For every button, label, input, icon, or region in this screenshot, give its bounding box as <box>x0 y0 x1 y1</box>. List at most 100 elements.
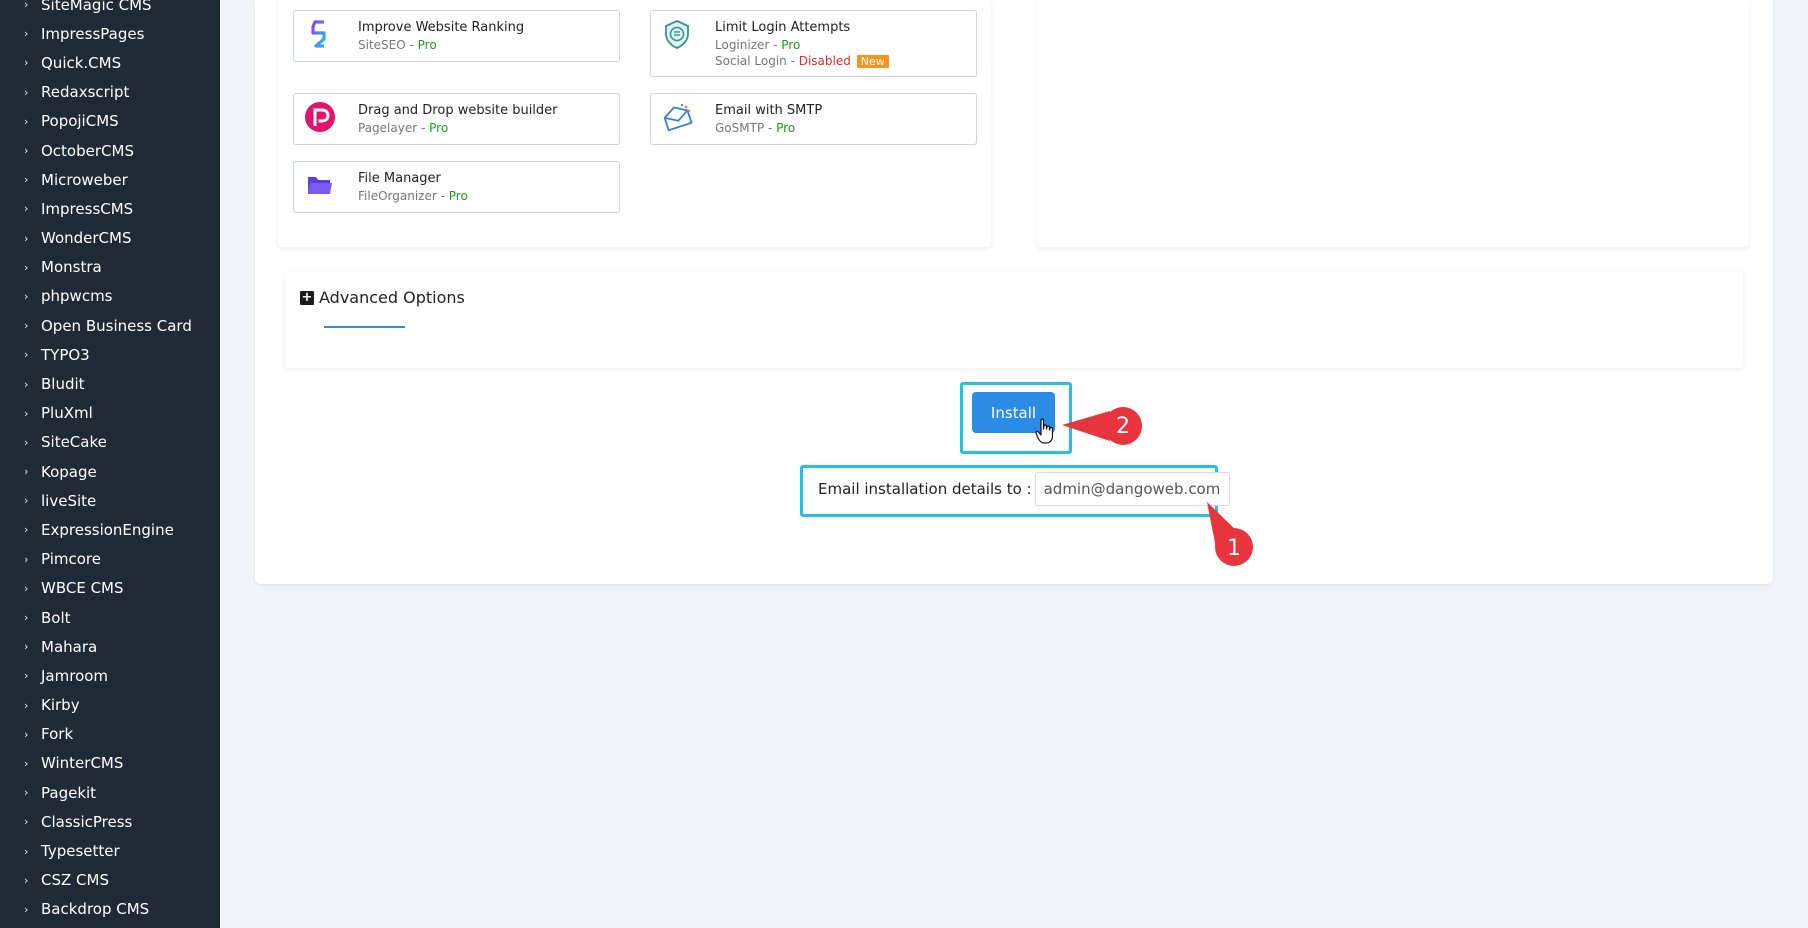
plugin-card-siteseo[interactable]: Improve Website Ranking SiteSEO - Pro <box>293 10 620 62</box>
plugin-name: SiteSEO <box>358 38 406 52</box>
plugin-sep: - <box>769 38 782 52</box>
sidebar-item[interactable]: › WonderCMS <box>0 224 220 253</box>
chevron-right-icon: › <box>24 523 29 537</box>
sidebar-item[interactable]: › Open Business Card <box>0 311 220 340</box>
sidebar-item-label: OctoberCMS <box>41 141 134 160</box>
sidebar-item-label: ClassicPress <box>41 812 133 831</box>
email-label: Email installation details to : <box>818 480 1032 498</box>
chevron-right-icon: › <box>24 56 29 70</box>
sidebar-item[interactable]: › PopojiCMS <box>0 107 220 136</box>
sidebar-item-label: ImpressCMS <box>41 199 134 218</box>
sidebar-item[interactable]: › CSZ CMS <box>0 866 220 895</box>
sidebar-item-label: Open Business Card <box>41 316 192 335</box>
loginizer-shield-icon <box>665 20 689 49</box>
sidebar-item-label: ImpressPages <box>41 24 145 43</box>
plugin-title: Improve Website Ranking <box>358 20 525 35</box>
advanced-options-toggle[interactable]: + Advanced Options <box>300 288 465 307</box>
sidebar-item[interactable]: › Bludit <box>0 369 220 398</box>
sidebar-item[interactable]: › ExpressionEngine <box>0 515 220 544</box>
sidebar-item[interactable]: › Fork <box>0 720 220 749</box>
sidebar-item[interactable]: › Typesetter <box>0 836 220 865</box>
sidebar-item[interactable]: › ImpressCMS <box>0 194 220 223</box>
sidebar-item-label: Monstra <box>41 258 102 277</box>
sidebar-item[interactable]: › Pimcore <box>0 545 220 574</box>
chevron-right-icon: › <box>24 348 29 362</box>
sidebar-item[interactable]: › Jamroom <box>0 661 220 690</box>
sidebar-item[interactable]: › WBCE CMS <box>0 574 220 603</box>
advanced-options-underline <box>324 326 405 328</box>
fileorganizer-folder-icon <box>308 177 332 194</box>
sidebar-item[interactable]: › SiteMagic CMS <box>0 0 220 19</box>
plugin-title: Limit Login Attempts <box>715 20 851 35</box>
callout-2-label: 2 <box>1116 414 1130 439</box>
plus-square-icon: + <box>300 289 314 305</box>
sidebar-item-label: Redaxscript <box>41 83 130 102</box>
sidebar-item-label: PluXml <box>41 404 93 423</box>
plugin-tier: Pro <box>417 38 437 52</box>
chevron-right-icon: › <box>24 27 29 41</box>
chevron-right-icon: › <box>24 435 29 449</box>
chevron-right-icon: › <box>24 698 29 712</box>
sidebar-item-label: Bludit <box>41 375 85 394</box>
sidebar-item-label: phpwcms <box>41 287 113 306</box>
sidebar-item[interactable]: › ClassicPress <box>0 807 220 836</box>
plugin-sep: - <box>417 121 430 135</box>
sidebar-item[interactable]: › Pagekit <box>0 778 220 807</box>
chevron-right-icon: › <box>24 815 29 829</box>
chevron-right-icon: › <box>24 0 29 12</box>
sidebar-item[interactable]: › ImpressPages <box>0 19 220 48</box>
new-badge: New <box>856 55 889 68</box>
plugin-card-loginizer[interactable]: Limit Login Attempts Loginizer - Pro Soc… <box>650 10 977 77</box>
sidebar-list: › SiteMagic CMS › ImpressPages › Quick.CMS › Re… <box>0 0 220 928</box>
sidebar-item[interactable]: › Mahara <box>0 632 220 661</box>
chevron-right-icon: › <box>24 260 29 274</box>
sidebar-item-label: WinterCMS <box>41 754 124 773</box>
sidebar-item-label: liveSite <box>41 491 97 510</box>
chevron-right-icon: › <box>24 494 29 508</box>
chevron-right-icon: › <box>24 786 29 800</box>
callout-1-label: 1 <box>1227 536 1241 561</box>
plugin-tier: Pro <box>448 189 468 203</box>
chevron-right-icon: › <box>24 231 29 245</box>
sidebar-item[interactable]: › phpwcms <box>0 282 220 311</box>
chevron-right-icon: › <box>24 319 29 333</box>
sidebar-item[interactable]: › Kirby <box>0 691 220 720</box>
sidebar-item-label: WonderCMS <box>41 229 132 248</box>
sidebar-item-label: Microweber <box>41 170 128 189</box>
plugin-title: Drag and Drop website builder <box>358 103 558 118</box>
plugin-sep: - <box>764 121 777 135</box>
plugin-tier: Pro <box>429 121 449 135</box>
sidebar-item[interactable]: › WinterCMS <box>0 749 220 778</box>
sidebar-item-label: CSZ CMS <box>41 871 109 890</box>
chevron-right-icon: › <box>24 144 29 158</box>
sidebar-item[interactable]: › Redaxscript <box>0 78 220 107</box>
plugin-name: FileOrganizer <box>358 189 437 203</box>
sidebar-item[interactable]: › liveSite <box>0 486 220 515</box>
sidebar-item[interactable]: › Backdrop CMS <box>0 895 220 924</box>
sidebar-item-label: Kirby <box>41 696 80 715</box>
pagelayer-icon <box>305 102 335 132</box>
chevron-right-icon: › <box>24 289 29 303</box>
callout-1-marker: 1 <box>1207 502 1253 566</box>
sidebar-item[interactable]: › SiteCake <box>0 428 220 457</box>
sidebar-item[interactable]: › TYPO3 <box>0 340 220 369</box>
sidebar-item[interactable]: › Bolt <box>0 603 220 632</box>
sidebar-item[interactable]: › OctoberCMS <box>0 136 220 165</box>
plugin-title: File Manager <box>358 171 441 186</box>
plugin-card-pagelayer[interactable]: Drag and Drop website builder Pagelayer … <box>293 93 620 145</box>
sidebar-item[interactable]: ›Dinotape <box>0 924 220 928</box>
sidebar-item-label: Fork <box>41 725 74 744</box>
plugin-card-fileorganizer[interactable]: File Manager FileOrganizer - Pro <box>293 161 620 213</box>
plugin-card-gosmtp[interactable]: Email with SMTP GoSMTP - Pro <box>650 93 977 145</box>
sidebar-item-label: Mahara <box>41 637 98 656</box>
chevron-right-icon: › <box>24 377 29 391</box>
sidebar-item[interactable]: › Microweber <box>0 165 220 194</box>
sidebar-item[interactable]: › PluXml <box>0 399 220 428</box>
sidebar-item[interactable]: › Monstra <box>0 253 220 282</box>
sidebar-item-label: SiteMagic CMS <box>41 0 152 14</box>
sidebar-item[interactable]: › Quick.CMS <box>0 48 220 77</box>
plugin-status-disabled: Disabled <box>798 54 851 68</box>
sidebar-item[interactable]: › Kopage <box>0 457 220 486</box>
email-input[interactable] <box>1034 472 1230 506</box>
sidebar-item-label: Pagekit <box>41 783 97 802</box>
